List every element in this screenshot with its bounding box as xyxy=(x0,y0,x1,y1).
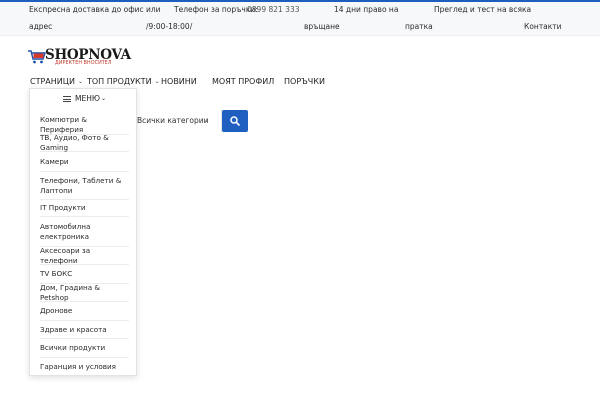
menu-item-drones[interactable]: Дронове xyxy=(40,302,129,321)
search-icon xyxy=(230,116,240,126)
menu-item-phones[interactable]: Телефони, Таблети & Лаптопи xyxy=(40,172,129,200)
nav-item-my-profile[interactable]: МОЯТ ПРОФИЛ xyxy=(212,76,274,88)
menu-item-label: Компютри & Периферия xyxy=(40,115,87,134)
menu-item-health-beauty[interactable]: Здраве и красота xyxy=(40,321,129,339)
nav-item-label: НОВИНИ xyxy=(161,77,197,86)
logo-tagline: ДИРЕКТЕН ВНОСИТЕЛ xyxy=(55,61,112,66)
menu-item-home-garden[interactable]: Дом, Градина & Petshop xyxy=(40,282,129,302)
phone-number[interactable]: 0899 821 333 xyxy=(247,5,300,15)
nav-item-label: СТРАНИЦИ xyxy=(30,77,75,86)
menu-item-label: ТВ, Аудио, Фото & Gaming xyxy=(40,133,109,152)
top-accent-line xyxy=(0,0,600,2)
menu-item-label: Дом, Градина & Petshop xyxy=(40,282,100,302)
chevron-down-icon: ⌄ xyxy=(77,78,83,85)
shopping-cart-icon xyxy=(28,50,46,64)
hamburger-icon xyxy=(63,96,71,102)
menu-item-label: IT Продукти xyxy=(40,203,86,212)
nav-item-pages[interactable]: СТРАНИЦИ ⌄ xyxy=(30,76,83,88)
menu-item-label: Дронове xyxy=(40,306,73,315)
menu-item-label: Здраве и красота xyxy=(40,324,107,334)
nav-item-news[interactable]: НОВИНИ xyxy=(161,76,197,88)
menu-toggle[interactable]: МЕНЮ ⌄ xyxy=(30,89,136,109)
delivery-info: Експресна доставка до офис или xyxy=(29,5,161,14)
menu-item-label: Аксесоари за телефони xyxy=(40,245,91,265)
working-hours: /9:00-18:00/ xyxy=(146,22,193,31)
site-logo[interactable]: SHOPNOVA ДИРЕКТЕН ВНОСИТЕЛ xyxy=(28,47,131,69)
menu-item-cameras[interactable]: Камери xyxy=(40,152,129,172)
menu-label: МЕНЮ xyxy=(75,94,100,103)
category-select[interactable]: Всички категории ⌄ xyxy=(134,110,222,132)
phone-label: Телефон за поръчки: xyxy=(174,5,258,14)
menu-item-auto[interactable]: Автомобилна електроника xyxy=(40,217,129,247)
nav-item-top-products[interactable]: ТОП ПРОДУКТИ ⌄ xyxy=(87,76,160,88)
menu-item-label: Камери xyxy=(40,156,69,166)
chevron-down-icon: ⌄ xyxy=(101,95,107,102)
contacts-link[interactable]: Контакти xyxy=(524,22,562,32)
menu-item-it[interactable]: IT Продукти xyxy=(40,200,129,217)
nav-item-label: МОЯТ ПРОФИЛ xyxy=(212,77,275,86)
menu-item-label: TV БОКС xyxy=(40,269,73,278)
nav-item-orders[interactable]: ПОРЪЧКИ xyxy=(284,76,325,88)
inspect-info: Преглед и тест на всяка xyxy=(434,5,532,14)
chevron-down-icon: ⌄ xyxy=(203,117,209,124)
nav-item-label: ТОП ПРОДУКТИ xyxy=(87,77,152,86)
category-menu: МЕНЮ ⌄ Компютри & Периферия ТВ, Аудио, Ф… xyxy=(29,88,137,376)
search-button[interactable] xyxy=(222,110,248,132)
menu-item-phone-accessories[interactable]: Аксесоари за телефони xyxy=(40,245,129,265)
menu-item-label: Всички продукти xyxy=(40,343,106,352)
menu-item-label: Гаранция и условия xyxy=(40,362,117,371)
menu-item-label: Автомобилна електроника xyxy=(40,221,91,241)
returns-info: 14 дни право на xyxy=(334,5,399,14)
inspect-info-cont: пратка xyxy=(405,22,433,31)
delivery-info-cont: адрес xyxy=(29,22,53,31)
nav-item-label: ПОРЪЧКИ xyxy=(284,77,325,86)
category-select-value: Всички категории xyxy=(137,116,209,125)
menu-item-all-products[interactable]: Всички продукти xyxy=(40,339,129,358)
menu-item-tv-audio[interactable]: ТВ, Аудио, Фото & Gaming xyxy=(40,133,129,152)
top-info-bar: Експресна доставка до офис или адрес Тел… xyxy=(0,0,600,36)
menu-item-tv-box[interactable]: TV БОКС xyxy=(40,265,129,284)
menu-item-warranty[interactable]: Гаранция и условия xyxy=(40,358,129,376)
returns-info-cont: връщане xyxy=(304,22,340,31)
chevron-down-icon: ⌄ xyxy=(154,78,160,85)
menu-item-label: Телефони, Таблети & Лаптопи xyxy=(40,175,122,195)
